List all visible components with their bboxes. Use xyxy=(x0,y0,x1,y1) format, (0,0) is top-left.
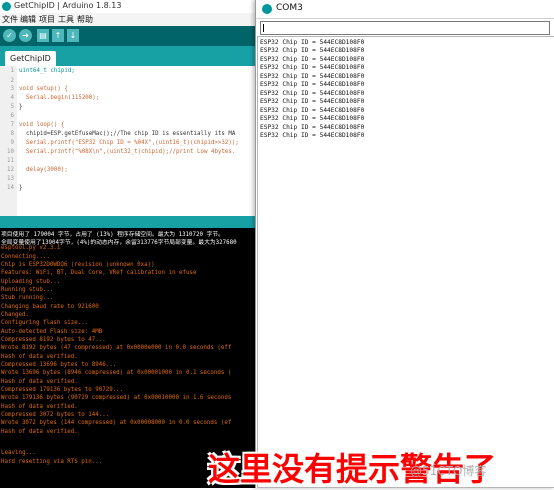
menu-edit[interactable]: 编辑 xyxy=(20,14,36,25)
line-number: 11 xyxy=(7,158,14,164)
console-line: Compressed 3072 bytes to 144... xyxy=(1,412,110,418)
code-line: } xyxy=(19,104,23,110)
console-line: Stub running... xyxy=(1,295,54,301)
menu-tools[interactable]: 工具 xyxy=(58,14,74,25)
console-line: Hard resetting via RTS pin... xyxy=(1,459,103,465)
code-editor[interactable]: 1 2 3 4 5 6 7 8 9 10 11 12 13 14 uint64_… xyxy=(0,66,260,216)
serial-output-area[interactable]: ESP32 Chip ID = 544EC8D108F0 ESP32 Chip … xyxy=(257,36,554,488)
serial-line: ESP32 Chip ID = 544EC8D108F0 xyxy=(260,81,365,88)
console-line: Chip is ESP32D0WDQ6 (revision (unknown 0… xyxy=(1,262,155,268)
serial-line: ESP32 Chip ID = 544EC8D108F0 xyxy=(260,47,365,54)
line-number: 8 xyxy=(10,131,15,137)
serial-line: ESP32 Chip ID = 544EC8D108F0 xyxy=(260,73,365,80)
arduino-app-icon xyxy=(262,4,272,14)
ide-menubar: 文件 编辑 项目 工具 帮助 xyxy=(0,13,260,26)
ide-status-strip xyxy=(0,216,260,228)
new-sketch-button[interactable]: ▤ xyxy=(37,29,49,42)
code-line: } xyxy=(19,185,23,191)
console-line: Compressed 8192 bytes to 47... xyxy=(1,337,106,343)
checkmark-icon: ✓ xyxy=(6,31,13,40)
code-line: delay(3000); xyxy=(19,167,68,173)
code-line: Serial.begin(115200); xyxy=(19,95,100,101)
file-icon: ▤ xyxy=(39,31,47,40)
console-line: Wrote 3072 bytes (144 compressed) at 0x0… xyxy=(1,420,232,426)
arrow-down-icon: ↓ xyxy=(69,31,77,40)
verify-button[interactable]: ✓ xyxy=(3,29,16,42)
ide-titlebar: GetChipID | Arduino 1.8.13 xyxy=(0,0,260,13)
ide-toolbar: ✓ ➜ ▤ ↑ ↓ xyxy=(0,26,260,46)
console-line: Hash of data verified. xyxy=(1,429,78,435)
console-line: Wrote 13696 bytes (8946 compressed) at 0… xyxy=(1,370,232,376)
line-number: 6 xyxy=(10,113,15,119)
line-number: 1 xyxy=(10,68,15,74)
serial-window-title: COM3 xyxy=(276,3,303,13)
code-line: Serial.printf("ESP32 Chip ID = %04X",(ui… xyxy=(19,140,239,146)
code-line: void setup() { xyxy=(19,86,68,92)
menu-sketch[interactable]: 项目 xyxy=(39,14,55,25)
console-line: Uploading stub... xyxy=(1,279,61,285)
arduino-app-icon xyxy=(2,2,11,11)
console-line: Compressed 13696 bytes to 8946... xyxy=(1,362,117,368)
serial-line: ESP32 Chip ID = 544EC8D108F0 xyxy=(260,56,365,63)
line-number: 4 xyxy=(10,95,15,101)
console-line: Changing baud rate to 921600 xyxy=(1,304,99,310)
code-line: uint64_t chipid; xyxy=(19,68,75,74)
serial-line: ESP32 Chip ID = 544EC8D108F0 xyxy=(260,98,365,105)
console-line: Changed. xyxy=(1,312,29,318)
menu-file[interactable]: 文件 xyxy=(2,14,18,25)
open-sketch-button[interactable]: ↑ xyxy=(52,29,64,42)
code-line: Serial.printf("%08X\n",(uint32_t)chipid)… xyxy=(19,149,236,155)
serial-line: ESP32 Chip ID = 544EC8D108F0 xyxy=(260,64,365,71)
save-sketch-button[interactable]: ↓ xyxy=(67,29,79,42)
serial-line: ESP32 Chip ID = 544EC8D108F0 xyxy=(260,115,365,122)
console-line: Hash of data verified. xyxy=(1,354,78,360)
code-line: chipid=ESP.getEfuseMac();//The chip ID i… xyxy=(19,131,236,137)
console-line: Wrote 8192 bytes (47 compressed) at 0x00… xyxy=(1,345,232,351)
serial-line: ESP32 Chip ID = 544EC8D108F0 xyxy=(260,90,365,97)
line-number: 9 xyxy=(10,140,15,146)
serial-send-input[interactable] xyxy=(260,21,550,35)
serial-monitor-window: COM3 ESP32 Chip ID = 544EC8D108F0 ESP32 … xyxy=(255,0,554,488)
console-line: Auto-detected Flash size: 4MB xyxy=(1,329,103,335)
console-line: esptool.py v2.3.1 xyxy=(1,245,61,251)
arrow-right-icon: ➜ xyxy=(22,31,29,40)
console-line: Wrote 179136 bytes (90729 compressed) at… xyxy=(1,395,232,401)
upload-button[interactable]: ➜ xyxy=(19,29,32,42)
ide-window-title: GetChipID | Arduino 1.8.13 xyxy=(14,1,122,10)
line-number: 2 xyxy=(10,78,15,84)
serial-line: ESP32 Chip ID = 544EC8D108F0 xyxy=(260,39,365,46)
arduino-ide-window: GetChipID | Arduino 1.8.13 文件 编辑 项目 工具 帮… xyxy=(0,0,260,488)
sketch-tabbar: GetChipID xyxy=(0,46,260,66)
text-caret xyxy=(263,24,264,32)
serial-line: ESP32 Chip ID = 544EC8D108F0 xyxy=(260,124,365,131)
watermark: @51CTO博客 xyxy=(410,464,487,478)
serial-line: ESP32 Chip ID = 544EC8D108F0 xyxy=(260,132,365,139)
serial-titlebar: COM3 xyxy=(256,0,554,19)
console-line: Configuring flash size... xyxy=(1,320,89,326)
console-line: Compressed 179136 bytes to 90729... xyxy=(1,387,124,393)
line-number: 12 xyxy=(7,167,14,173)
line-number: 5 xyxy=(10,104,15,110)
console-line: Connecting.... xyxy=(1,254,50,260)
line-number: 14 xyxy=(7,185,14,191)
line-number: 7 xyxy=(10,122,15,128)
console-line: Leaving... xyxy=(1,450,36,456)
line-number-gutter: 1 2 3 4 5 6 7 8 9 10 11 12 13 14 xyxy=(0,66,17,216)
line-number: 3 xyxy=(10,86,15,92)
arrow-up-icon: ↑ xyxy=(54,31,62,40)
console-line: Hash of data verified. xyxy=(1,379,78,385)
line-number: 10 xyxy=(7,149,14,155)
serial-line: ESP32 Chip ID = 544EC8D108F0 xyxy=(260,107,365,114)
code-line: void loop() { xyxy=(19,122,65,128)
console-line: Features: WiFi, BT, Dual Core, VRef cali… xyxy=(1,270,197,276)
line-number: 13 xyxy=(7,176,14,182)
console-line: Hash of data verified. xyxy=(1,404,78,410)
console-line: Running stub... xyxy=(1,287,54,293)
tab-getchipid[interactable]: GetChipID xyxy=(5,51,56,66)
menu-help[interactable]: 帮助 xyxy=(77,14,93,25)
